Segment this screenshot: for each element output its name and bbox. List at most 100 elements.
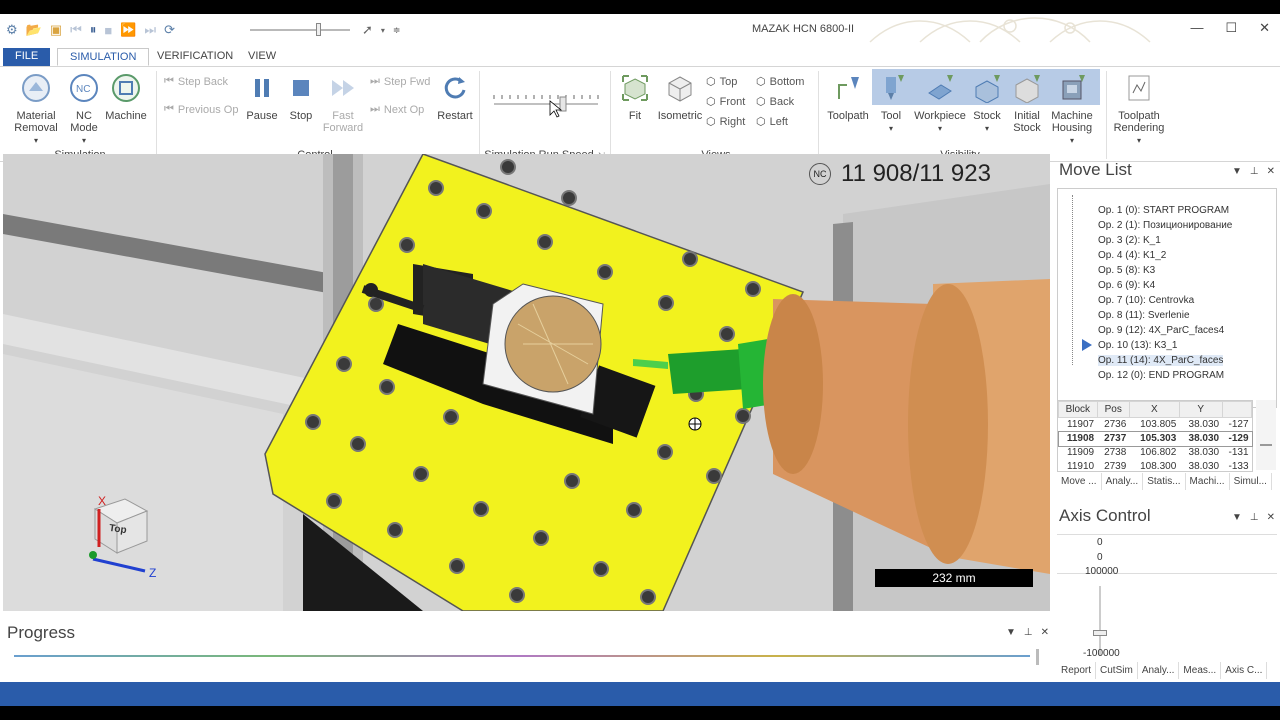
pause-button[interactable]: Pause [244,73,280,122]
move-list-item[interactable]: Op. 4 (4): K1_2 [1098,250,1166,261]
fast-forward-button[interactable]: Fast Forward [322,73,364,134]
next-op-button[interactable]: ⏭ Next Op [370,103,424,116]
move-list-close-icon[interactable]: ✕ [1267,166,1275,177]
move-panel-tab[interactable]: Simul... [1230,473,1272,490]
bottom-panel-tab[interactable]: Meas... [1179,662,1222,679]
block-table-row[interactable]: 11910 2739 108.300 38.030 -133 [1059,460,1252,474]
forward-small-icon[interactable]: ⏩ [120,22,136,38]
move-list-item[interactable]: Op. 8 (11): Sverlenie [1098,310,1190,321]
nc-mode-icon: NC [70,74,98,102]
app-icon[interactable]: ⚙ [6,22,18,38]
restart-small-icon[interactable]: ⟳ [164,22,175,38]
stock-toggle[interactable]: Stock ▾ [970,73,1004,135]
move-list-pin-icon[interactable]: ⊥ [1250,166,1259,177]
view-left-button[interactable]: ⬡ Left [756,115,788,129]
bottom-panel-tab[interactable]: Report [1057,662,1097,679]
toolpath-rendering-button[interactable]: Toolpath Rendering ▾ [1110,73,1168,147]
tab-file[interactable]: FILE [3,48,51,66]
customize-icon[interactable]: ≑ [393,25,401,36]
material-removal-button[interactable]: Material Removal ▾ [10,73,62,147]
skip-back-icon[interactable]: ⏮ [70,22,82,38]
open-icon[interactable]: 📂 [26,22,42,38]
move-list-item[interactable]: Op. 3 (2): K_1 [1098,235,1161,246]
view-top-button[interactable]: ⬡ Top [706,75,737,89]
view-front-button[interactable]: ⬡ Front [706,95,745,109]
folder-icon[interactable]: ▣ [50,22,62,38]
restart-button[interactable]: Restart [434,73,476,122]
move-panel-tab[interactable]: Analy... [1102,473,1144,490]
bottom-panel-tab[interactable]: CutSim [1096,662,1138,679]
view-back-button[interactable]: ⬡ Back [756,95,794,109]
simulation-viewport[interactable]: Top X Z NC 11 908/11 923 232 mm [3,154,1050,611]
machine-button[interactable]: Machine [104,73,148,122]
move-list-item[interactable]: Op. 1 (0): START PROGRAM [1098,205,1229,216]
block-table-cell: 38.030 [1188,419,1220,431]
axis-slider-thumb[interactable] [1093,630,1107,636]
block-table-header[interactable]: X [1128,401,1180,418]
tab-simulation[interactable]: SIMULATION [57,48,150,66]
axis-control-pin-icon[interactable]: ⊥ [1250,512,1259,523]
bottom-panel-tab[interactable]: Axis C... [1221,662,1268,679]
workpiece-toggle[interactable]: Workpiece ▾ [910,73,970,135]
tool-toggle[interactable]: Tool ▾ [874,73,908,135]
move-list-item[interactable]: Op. 10 (13): K3_1 [1098,340,1178,351]
minimize-button[interactable]: — [1190,20,1203,36]
move-list-menu-icon[interactable]: ▼ [1232,166,1242,177]
nc-mode-button[interactable]: NC NC Mode ▾ [64,73,104,147]
block-table-header[interactable]: Block [1058,401,1098,418]
view-bottom-button[interactable]: ⬡ Bottom [756,75,804,89]
quick-speed-slider[interactable] [250,23,350,36]
move-list-item[interactable]: Op. 2 (1): Позиционирование [1098,220,1232,231]
block-table-row[interactable]: 11908 2737 105.303 38.030 -129 [1057,430,1253,447]
move-panel-tab[interactable]: Statis... [1143,473,1186,490]
view-cube-face-label[interactable]: Top [108,523,127,536]
move-list[interactable]: Op. 1 (0): START PROGRAM Op. 2 (1): Позиц… [1057,188,1277,408]
block-table[interactable]: Block Pos X Y 11907 2736 103.805 38.030 -127 119… [1057,400,1253,472]
pause-small-icon[interactable]: ⏸ [90,22,97,38]
block-table-header[interactable] [1221,401,1253,418]
move-list-item[interactable]: Op. 9 (12): 4X_ParC_faces4 [1098,325,1224,336]
move-list-item[interactable]: Op. 12 (0): END PROGRAM [1098,370,1224,381]
scale-bar: 232 mm [875,569,1033,587]
axis-control-close-icon[interactable]: ✕ [1267,512,1275,523]
block-table-header[interactable]: Pos [1096,401,1130,418]
dropdown-icon[interactable]: ▾ [381,26,385,35]
axis-control-menu-icon[interactable]: ▼ [1232,512,1242,523]
tab-view[interactable]: VIEW [236,48,288,66]
cube-left-icon: ⬡ [756,116,766,128]
progress-pin-icon[interactable]: ⊥ [1024,627,1033,638]
skip-fwd-icon[interactable]: ⏭ [144,22,156,38]
stop-button[interactable]: Stop [284,73,318,122]
isometric-button[interactable]: Isometric [656,73,704,122]
block-table-header[interactable]: Y [1178,401,1223,418]
move-panel-tab[interactable]: Move ... [1057,473,1102,490]
view-right-button[interactable]: ⬡ Right [706,115,745,129]
move-list-item[interactable]: Op. 11 (14): 4X_ParC_faces [1098,355,1224,366]
progress-menu-icon[interactable]: ▼ [1006,627,1016,638]
close-window-button[interactable]: ✕ [1259,20,1270,36]
progress-fill [14,655,1030,657]
fit-button[interactable]: Fit [618,73,652,122]
machine-housing-icon [1062,75,1085,100]
move-panel-tab[interactable]: Machi... [1186,473,1230,490]
maximize-button[interactable]: ☐ [1225,20,1237,36]
move-list-item[interactable]: Op. 6 (9): K4 [1098,280,1155,291]
axis-slider-track[interactable] [1099,586,1101,656]
block-table-row[interactable]: 11907 2736 103.805 38.030 -127 [1059,418,1252,432]
progress-close-icon[interactable]: ✕ [1041,627,1049,638]
initial-stock-toggle[interactable]: Initial Stock [1008,73,1046,134]
move-list-item[interactable]: Op. 7 (10): Centrovka [1098,295,1194,306]
step-back-button[interactable]: ⏮ Step Back [164,75,228,88]
simulation-speed-slider[interactable] [492,89,600,119]
pointer-icon[interactable]: ➚ [362,22,373,38]
block-table-scrollbar[interactable] [1256,400,1276,470]
bottom-panel-tab[interactable]: Analy... [1138,662,1180,679]
step-fwd-button[interactable]: ⏭ Step Fwd [370,75,430,88]
stop-small-icon[interactable]: ■ [104,23,112,38]
toolpath-button[interactable]: Toolpath [824,73,872,122]
previous-op-button[interactable]: ⏮ Previous Op [164,103,238,116]
machine-housing-toggle[interactable]: Machine Housing ▾ [1046,73,1098,147]
move-list-item[interactable]: Op. 5 (8): K3 [1098,265,1155,276]
block-table-row[interactable]: 11909 2738 106.802 38.030 -131 [1059,446,1252,460]
tab-verification[interactable]: VERIFICATION [145,48,245,66]
